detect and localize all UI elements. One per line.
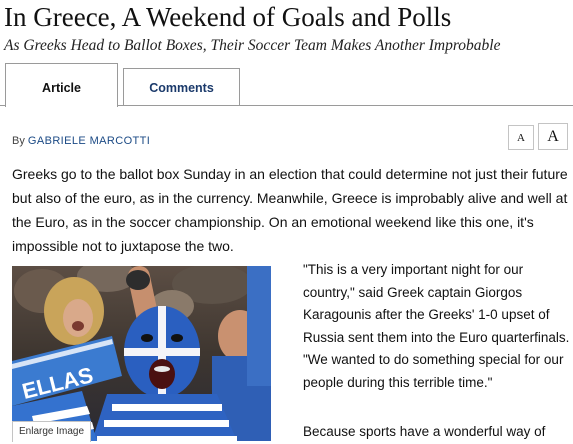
increase-font-button[interactable]: A bbox=[538, 123, 568, 150]
article-headline: In Greece, A Weekend of Goals and Polls bbox=[4, 2, 452, 32]
author-link[interactable]: GABRIELE MARCOTTI bbox=[28, 135, 150, 147]
article-photo[interactable]: ELLAS bbox=[12, 266, 271, 441]
article-subheadline: As Greeks Head to Ballot Boxes, Their So… bbox=[4, 37, 501, 54]
enlarge-image-button[interactable]: Enlarge Image bbox=[12, 421, 92, 442]
next-paragraph: Because sports have a wonderful way of bbox=[303, 424, 546, 439]
tab-comments[interactable]: Comments bbox=[123, 68, 240, 105]
byline-prefix: By bbox=[12, 135, 25, 147]
fans-photo-illustration: ELLAS bbox=[12, 266, 271, 441]
tab-article[interactable]: Article bbox=[5, 63, 118, 107]
intro-paragraph: Greeks go to the ballot box Sunday in an… bbox=[12, 166, 568, 254]
quote-paragraph: "This is a very important night for our … bbox=[303, 262, 570, 390]
byline: By GABRIELE MARCOTTI bbox=[12, 134, 150, 148]
decrease-font-button[interactable]: A bbox=[508, 125, 534, 150]
